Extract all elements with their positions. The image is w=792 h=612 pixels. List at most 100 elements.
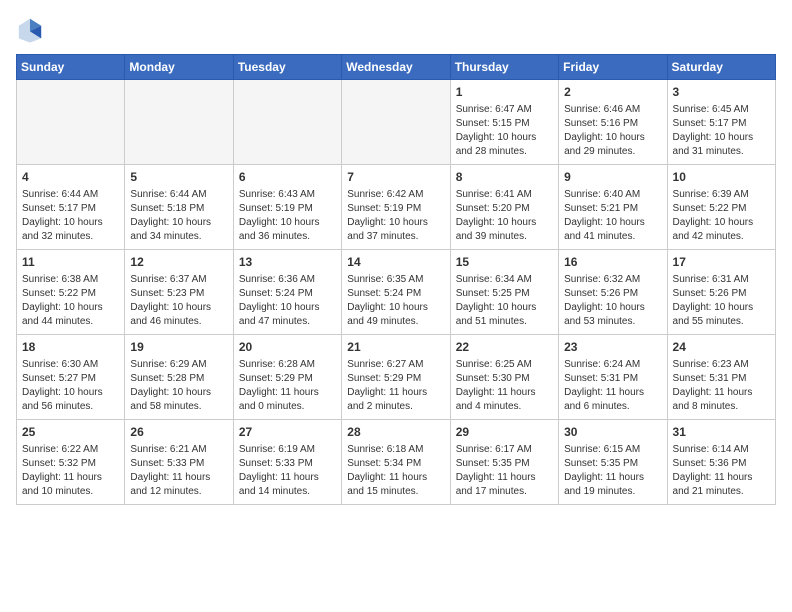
daylight-text: Daylight: 10 hours and 47 minutes. <box>239 302 320 327</box>
sunset-text: Sunset: 5:23 PM <box>130 288 204 299</box>
calendar-cell: 7 Sunrise: 6:42 AM Sunset: 5:19 PM Daylight… <box>342 165 450 250</box>
day-number: 8 <box>456 169 553 186</box>
sunset-text: Sunset: 5:32 PM <box>22 458 96 469</box>
day-number: 6 <box>239 169 336 186</box>
day-number: 2 <box>564 84 661 101</box>
calendar-cell: 5Sunrise: 6:44 AMSunset: 5:18 PMDaylight… <box>125 165 233 250</box>
day-number: 13 <box>239 254 336 271</box>
sunrise-text: Sunrise: 6:32 AM <box>564 274 640 285</box>
day-number: 24 <box>673 339 770 356</box>
sunrise-text: Sunrise: 6:27 AM <box>347 359 423 370</box>
daylight-text: Daylight: 10 hours and 31 minutes. <box>673 132 754 157</box>
sunrise-text: Sunrise: 6:47 AM <box>456 104 532 115</box>
sunrise-text: Sunrise: 6:36 AM <box>239 274 315 285</box>
calendar-cell: 29Sunrise: 6:17 AMSunset: 5:35 PMDayligh… <box>450 420 558 505</box>
sunset-text: Sunset: 5:30 PM <box>456 373 530 384</box>
day-number: 27 <box>239 424 336 441</box>
day-number: 15 <box>456 254 553 271</box>
day-number: 31 <box>673 424 770 441</box>
sunrise-text: Sunrise: 6:24 AM <box>564 359 640 370</box>
calendar-cell <box>233 80 341 165</box>
calendar-cell: 24Sunrise: 6:23 AMSunset: 5:31 PMDayligh… <box>667 335 775 420</box>
sunrise-text: Sunrise: 6:28 AM <box>239 359 315 370</box>
calendar-cell: 16Sunrise: 6:32 AMSunset: 5:26 PMDayligh… <box>559 250 667 335</box>
day-number: 18 <box>22 339 119 356</box>
sunrise-text: Sunrise: 6:19 AM <box>239 444 315 455</box>
day-number: 14 <box>347 254 444 271</box>
sunset-text: Sunset: 5:16 PM <box>564 118 638 129</box>
daylight-text: Daylight: 10 hours and 32 minutes. <box>22 217 103 242</box>
day-number: 1 <box>456 84 553 101</box>
sunset-text: Sunset: 5:26 PM <box>673 288 747 299</box>
calendar-cell: 2Sunrise: 6:46 AMSunset: 5:16 PMDaylight… <box>559 80 667 165</box>
sunset-text: Sunset: 5:26 PM <box>564 288 638 299</box>
sunset-text: Sunset: 5:20 PM <box>456 203 530 214</box>
day-header-monday: Monday <box>125 55 233 80</box>
day-number: 26 <box>130 424 227 441</box>
daylight-text: Daylight: 11 hours and 6 minutes. <box>564 387 644 412</box>
calendar-cell: 11Sunrise: 6:38 AMSunset: 5:22 PMDayligh… <box>17 250 125 335</box>
daylight-text: Daylight: 11 hours and 15 minutes. <box>347 472 427 497</box>
daylight-text: Daylight: 10 hours and 37 minutes. <box>347 217 428 242</box>
day-number: 7 <box>347 169 444 186</box>
calendar-cell: 27Sunrise: 6:19 AMSunset: 5:33 PMDayligh… <box>233 420 341 505</box>
sunset-text: Sunset: 5:17 PM <box>673 118 747 129</box>
sunrise-text: Sunrise: 6:40 AM <box>564 189 640 200</box>
sunset-text: Sunset: 5:29 PM <box>347 373 421 384</box>
daylight-text: Daylight: 10 hours and 29 minutes. <box>564 132 645 157</box>
logo <box>16 16 48 44</box>
daylight-text: Daylight: 10 hours and 49 minutes. <box>347 302 428 327</box>
daylight-text: Daylight: 11 hours and 21 minutes. <box>673 472 753 497</box>
sunset-text: Sunset: 5:19 PM <box>239 203 313 214</box>
sunset-text: Sunset: 5:34 PM <box>347 458 421 469</box>
calendar-cell: 4Sunrise: 6:44 AMSunset: 5:17 PMDaylight… <box>17 165 125 250</box>
week-row-5: 25Sunrise: 6:22 AMSunset: 5:32 PMDayligh… <box>17 420 776 505</box>
sunrise-text: Sunrise: 6:25 AM <box>456 359 532 370</box>
day-header-thursday: Thursday <box>450 55 558 80</box>
sunrise-text: Sunrise: 6:37 AM <box>130 274 206 285</box>
calendar-cell: 25Sunrise: 6:22 AMSunset: 5:32 PMDayligh… <box>17 420 125 505</box>
day-number: 22 <box>456 339 553 356</box>
day-number: 25 <box>22 424 119 441</box>
daylight-text: Daylight: 10 hours and 39 minutes. <box>456 217 537 242</box>
daylight-text: Daylight: 10 hours and 41 minutes. <box>564 217 645 242</box>
day-number: 21 <box>347 339 444 356</box>
day-number: 20 <box>239 339 336 356</box>
sunset-text: Sunset: 5:29 PM <box>239 373 313 384</box>
day-number: 28 <box>347 424 444 441</box>
daylight-text: Daylight: 10 hours and 34 minutes. <box>130 217 211 242</box>
calendar-cell: 23Sunrise: 6:24 AMSunset: 5:31 PMDayligh… <box>559 335 667 420</box>
daylight-text: Daylight: 11 hours and 17 minutes. <box>456 472 536 497</box>
daylight-text: Daylight: 10 hours and 36 minutes. <box>239 217 320 242</box>
calendar-cell: 21Sunrise: 6:27 AMSunset: 5:29 PMDayligh… <box>342 335 450 420</box>
day-number: 10 <box>673 169 770 186</box>
daylight-text: Daylight: 10 hours and 42 minutes. <box>673 217 754 242</box>
sunrise-text: Sunrise: 6:34 AM <box>456 274 532 285</box>
calendar-cell <box>125 80 233 165</box>
logo-icon <box>16 16 44 44</box>
daylight-text: Daylight: 11 hours and 19 minutes. <box>564 472 644 497</box>
calendar-cell: 9Sunrise: 6:40 AMSunset: 5:21 PMDaylight… <box>559 165 667 250</box>
day-number: 16 <box>564 254 661 271</box>
daylight-text: Daylight: 11 hours and 8 minutes. <box>673 387 753 412</box>
calendar-cell: 3 Sunrise: 6:45 AM Sunset: 5:17 PM Daylight… <box>667 80 775 165</box>
calendar-cell: 1Sunrise: 6:47 AMSunset: 5:15 PMDaylight… <box>450 80 558 165</box>
sunset-text: Sunset: 5:31 PM <box>564 373 638 384</box>
sunrise-text: Sunrise: 6:45 AM <box>673 104 749 115</box>
day-number: 11 <box>22 254 119 271</box>
sunset-text: Sunset: 5:19 PM <box>347 203 421 214</box>
day-header-tuesday: Tuesday <box>233 55 341 80</box>
calendar-cell: 28Sunrise: 6:18 AMSunset: 5:34 PMDayligh… <box>342 420 450 505</box>
sunset-text: Sunset: 5:25 PM <box>456 288 530 299</box>
calendar-cell: 8Sunrise: 6:41 AMSunset: 5:20 PMDaylight… <box>450 165 558 250</box>
sunset-text: Sunset: 5:22 PM <box>673 203 747 214</box>
week-row-3: 11Sunrise: 6:38 AMSunset: 5:22 PMDayligh… <box>17 250 776 335</box>
sunrise-text: Sunrise: 6:42 AM <box>347 189 423 200</box>
sunrise-text: Sunrise: 6:31 AM <box>673 274 749 285</box>
day-number: 3 <box>673 84 770 101</box>
calendar-cell: 31Sunrise: 6:14 AMSunset: 5:36 PMDayligh… <box>667 420 775 505</box>
daylight-text: Daylight: 10 hours and 58 minutes. <box>130 387 211 412</box>
sunset-text: Sunset: 5:17 PM <box>22 203 96 214</box>
sunset-text: Sunset: 5:35 PM <box>456 458 530 469</box>
daylight-text: Daylight: 11 hours and 12 minutes. <box>130 472 210 497</box>
